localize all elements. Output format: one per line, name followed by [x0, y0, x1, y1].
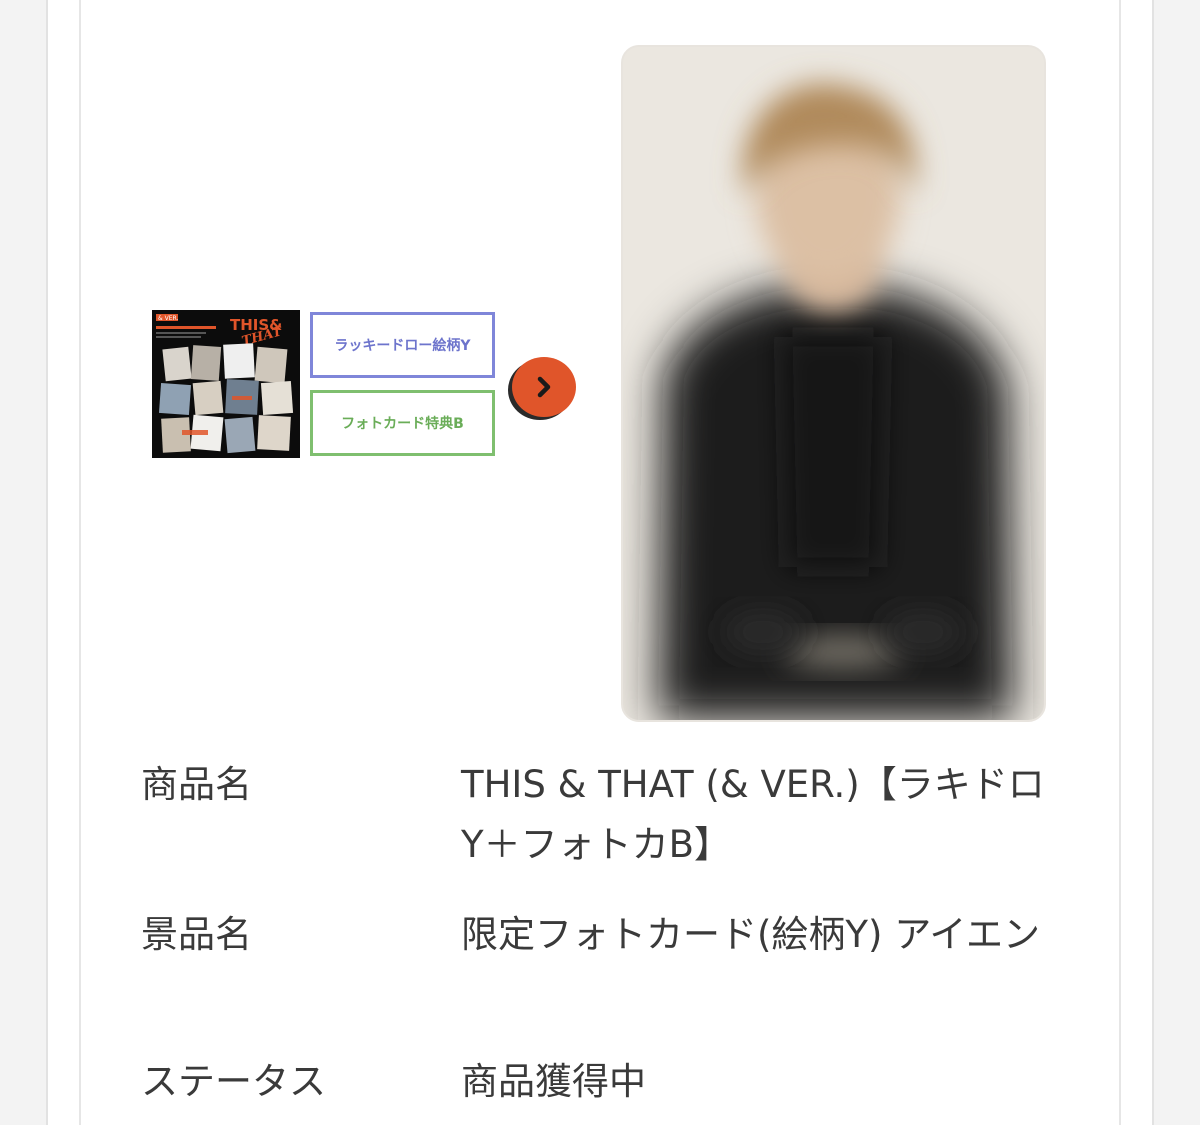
- album-cover-image: & VER. THIS& THAT: [152, 310, 300, 458]
- photocard-bonus-tag-label: フォトカード特典B: [341, 416, 464, 432]
- detail-label: 景品名: [141, 913, 252, 956]
- album-version-text: & VER.: [158, 315, 178, 322]
- detail-label: ステータス: [141, 1060, 326, 1103]
- photocard-image: [621, 45, 1046, 722]
- next-arrow-button[interactable]: [512, 357, 576, 417]
- detail-value: THIS & THAT (& VER.)【ラキドロY＋フォトカB】: [461, 763, 1045, 866]
- chevron-right-icon: [537, 376, 551, 398]
- lucky-draw-tag[interactable]: ラッキードロー絵柄Y: [310, 312, 495, 378]
- detail-value: 限定フォトカード(絵柄Y) アイエン: [461, 913, 1041, 956]
- lucky-draw-tag-label: ラッキードロー絵柄Y: [334, 338, 471, 354]
- detail-value: 商品獲得中: [461, 1060, 646, 1103]
- detail-label: 商品名: [141, 763, 252, 806]
- photocard-bonus-tag[interactable]: フォトカード特典B: [310, 390, 495, 456]
